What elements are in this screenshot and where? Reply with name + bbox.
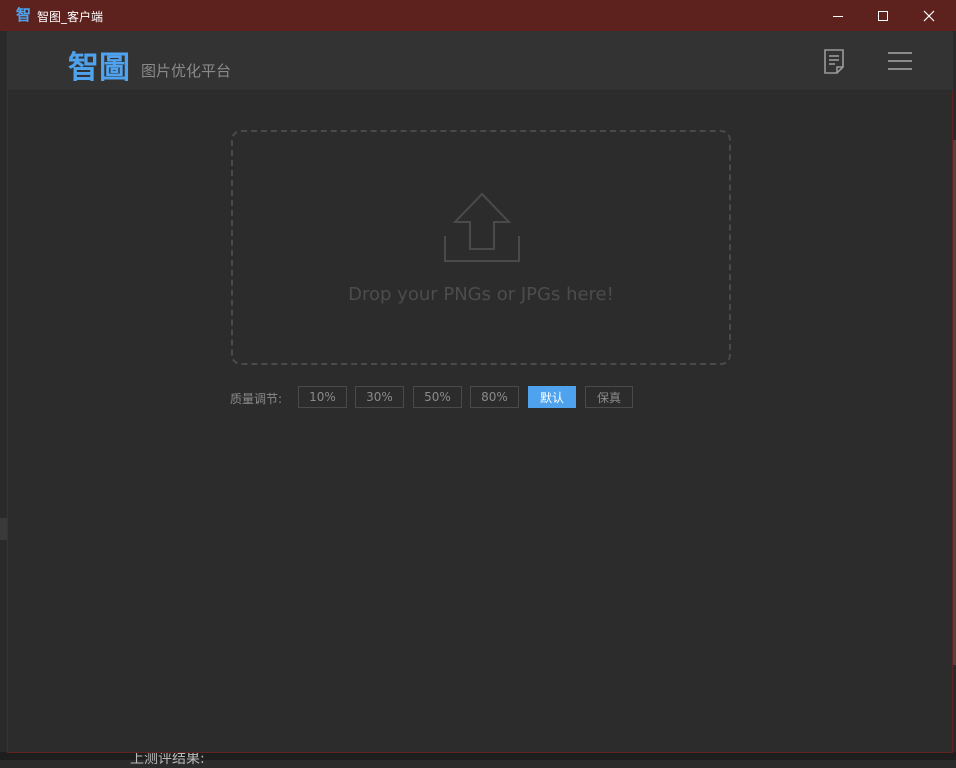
close-icon [923, 10, 935, 21]
app-window: 智 智图_客户端 智圖 图片优化平台 Drop your PNGs or JPG… [0, 0, 956, 753]
window-title: 智图_客户端 [37, 10, 104, 24]
app-icon: 智 [16, 6, 32, 24]
quality-label: 质量调节: [230, 392, 283, 406]
menu-button[interactable] [887, 49, 913, 73]
document-icon [824, 49, 844, 74]
minimize-button[interactable] [815, 0, 861, 31]
document-button[interactable] [821, 47, 849, 77]
tagline: 图片优化平台 [141, 62, 232, 80]
quality-option-10[interactable]: 10% [298, 386, 347, 408]
maximize-button[interactable] [860, 0, 906, 31]
quality-option-lossless[interactable]: 保真 [585, 386, 633, 408]
close-button[interactable] [906, 0, 952, 31]
app-header: 智圖 图片优化平台 [8, 31, 953, 91]
quality-option-50[interactable]: 50% [413, 386, 462, 408]
drop-instructions: Drop your PNGs or JPGs here! [348, 284, 614, 305]
quality-option-default[interactable]: 默认 [528, 386, 576, 408]
quality-option-30[interactable]: 30% [355, 386, 404, 408]
maximize-icon [878, 10, 888, 21]
upload-arrow-icon [444, 192, 520, 262]
minimize-icon [833, 15, 843, 17]
quality-option-80[interactable]: 80% [470, 386, 519, 408]
drop-zone[interactable]: Drop your PNGs or JPGs here! [231, 130, 731, 365]
hamburger-menu-icon [888, 52, 912, 70]
title-bar[interactable]: 智 智图_客户端 [0, 0, 956, 31]
logo[interactable]: 智圖 [68, 42, 130, 87]
